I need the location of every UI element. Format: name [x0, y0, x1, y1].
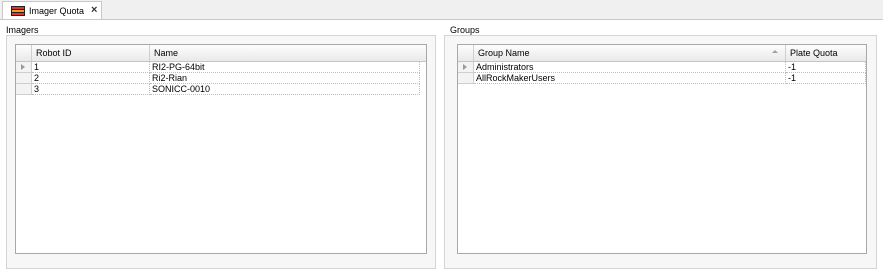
table-row[interactable]: 1 RI2-PG-64bit [16, 62, 426, 73]
sort-ascending-icon [772, 50, 778, 53]
header-corner [458, 45, 474, 61]
groups-grid-header: Group Name Plate Quota [458, 45, 866, 62]
column-header-plate-quota[interactable]: Plate Quota [786, 45, 866, 61]
cell-name[interactable]: Ri2-Rian [150, 73, 420, 84]
cell-group-name[interactable]: AllRockMakerUsers [474, 73, 786, 84]
cell-plate-quota[interactable]: -1 [786, 73, 866, 84]
imagers-panel: Robot ID Name 1 RI2-PG-64bit 2 Ri2-Rian … [6, 35, 436, 269]
tab-strip: Imager Quota × [0, 0, 883, 20]
groups-grid[interactable]: Group Name Plate Quota Administrators -1… [457, 44, 867, 254]
cell-group-name[interactable]: Administrators [474, 62, 786, 73]
table-row[interactable]: Administrators -1 [458, 62, 866, 73]
row-selector[interactable] [16, 84, 32, 95]
imagers-grid[interactable]: Robot ID Name 1 RI2-PG-64bit 2 Ri2-Rian … [15, 44, 427, 254]
column-header-name[interactable]: Name [150, 45, 426, 61]
header-corner [16, 45, 32, 61]
cell-name[interactable]: RI2-PG-64bit [150, 62, 420, 73]
groups-panel: Group Name Plate Quota Administrators -1… [444, 35, 877, 269]
tab-content: Imagers Robot ID Name 1 RI2-PG-64bit 2 R… [0, 19, 883, 272]
cell-robot-id[interactable]: 2 [32, 73, 150, 84]
imagers-group-label: Imagers [6, 25, 39, 35]
cell-plate-quota[interactable]: -1 [786, 62, 866, 73]
row-selector[interactable] [458, 62, 474, 73]
row-pointer-icon [463, 64, 467, 70]
tab-label: Imager Quota [29, 6, 85, 16]
cell-robot-id[interactable]: 1 [32, 62, 150, 73]
row-selector[interactable] [458, 73, 474, 84]
groups-group-label: Groups [450, 25, 480, 35]
cell-name[interactable]: SONICC-0010 [150, 84, 420, 95]
table-row[interactable]: AllRockMakerUsers -1 [458, 73, 866, 84]
cell-robot-id[interactable]: 3 [32, 84, 150, 95]
imagers-grid-header: Robot ID Name [16, 45, 426, 62]
row-selector[interactable] [16, 73, 32, 84]
imager-quota-icon [11, 6, 25, 16]
row-pointer-icon [21, 64, 25, 70]
row-selector[interactable] [16, 62, 32, 73]
tab-imager-quota[interactable]: Imager Quota × [2, 1, 102, 20]
column-header-label: Group Name [478, 48, 530, 58]
column-header-group-name[interactable]: Group Name [474, 45, 786, 61]
table-row[interactable]: 2 Ri2-Rian [16, 73, 426, 84]
column-header-robot-id[interactable]: Robot ID [32, 45, 150, 61]
close-icon[interactable]: × [91, 4, 97, 16]
table-row[interactable]: 3 SONICC-0010 [16, 84, 426, 95]
